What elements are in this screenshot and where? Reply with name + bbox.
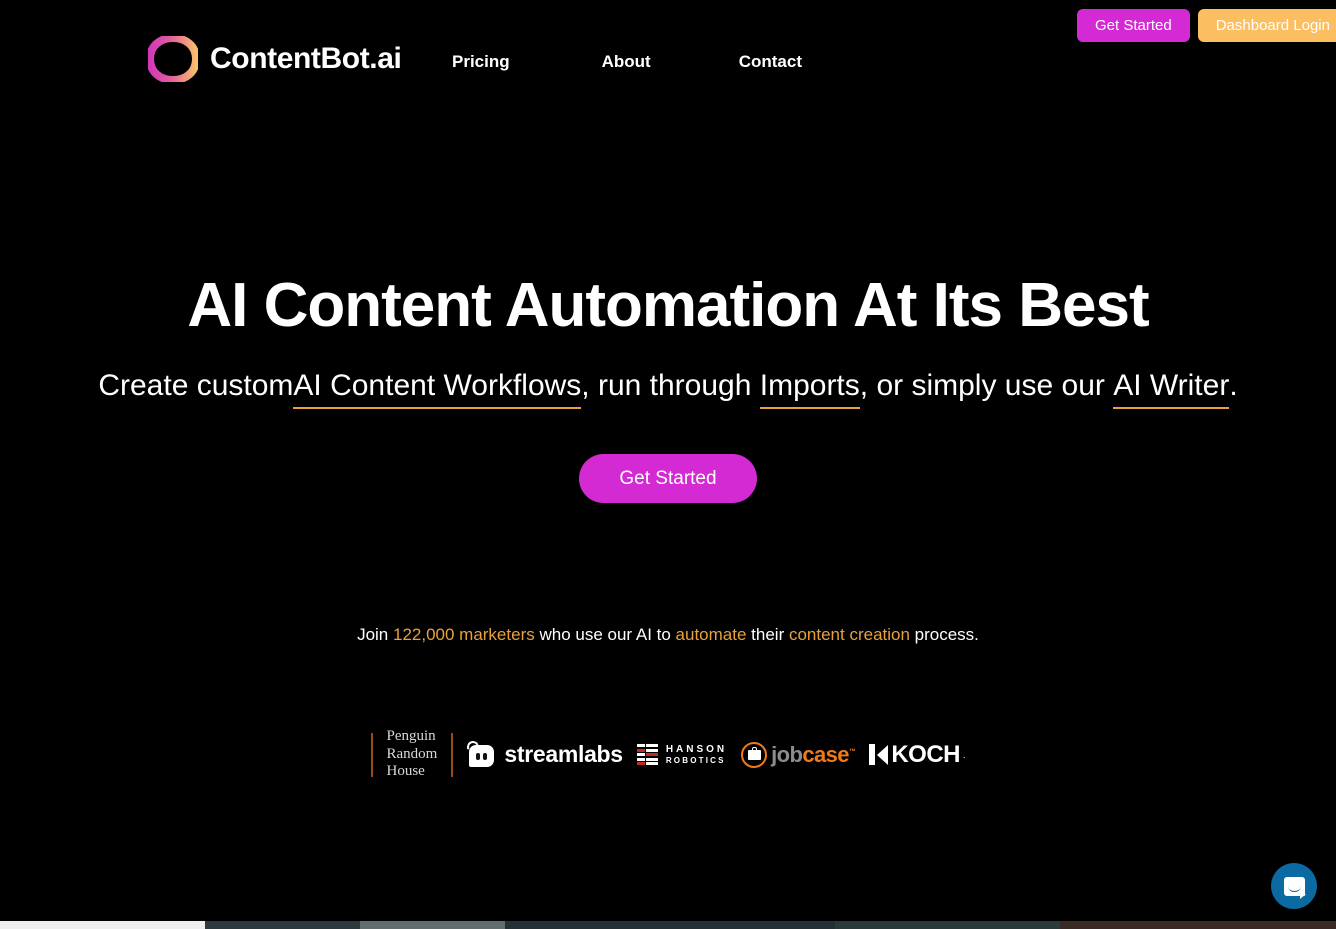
hero-cta-wrapper: Get Started [0, 454, 1336, 503]
social-proof-p4: process. [909, 625, 979, 644]
contentbot-ring-icon [148, 36, 198, 82]
hanson-line1: HANSON [665, 744, 728, 756]
jobcase-text: jobcase™ [771, 741, 856, 768]
os-taskbar-sliver [0, 921, 1336, 929]
koch-bar [869, 744, 876, 766]
chat-bubble-icon [1283, 876, 1306, 899]
jobcase-case-shape [747, 746, 761, 760]
social-proof-marketers: 122,000 marketers [392, 625, 535, 644]
hanson-line2: ROBOTICS [665, 755, 726, 765]
logo-jobcase: jobcase™ [741, 741, 856, 768]
hanson-robotics-text: HANSON ROBOTICS [666, 744, 727, 765]
dashboard-login-button[interactable]: Dashboard Login [1197, 9, 1336, 42]
social-proof-content-creation: content creation [788, 625, 910, 644]
prh-line1: Penguin [386, 728, 436, 744]
hero-link-workflows[interactable]: AI Content Workflows [293, 371, 582, 409]
logo-hanson-robotics: HANSON ROBOTICS [636, 744, 727, 766]
streamlabs-eye-left [476, 752, 481, 760]
hero-link-imports[interactable]: Imports [759, 371, 860, 409]
page-title: AI Content Automation At Its Best [187, 271, 1149, 340]
client-logo-strip: Penguin Random House streamlabs HANSON R… [0, 728, 1336, 781]
social-proof-automate: automate [675, 625, 747, 644]
prh-line2: Random [386, 745, 438, 762]
taskbar-window[interactable] [835, 921, 1060, 929]
prh-line3: House [386, 763, 425, 780]
chat-bubble-tail [1299, 893, 1306, 899]
social-proof-text: Join 122,000 marketers who use our AI to… [0, 623, 1336, 647]
hanson-robotics-icon [636, 744, 659, 766]
logo-streamlabs: streamlabs [465, 738, 623, 769]
koch-icon [869, 744, 889, 766]
jobcase-briefcase-icon [741, 741, 768, 768]
taskbar-window[interactable] [0, 921, 205, 929]
streamlabs-text: streamlabs [504, 741, 623, 768]
taskbar-window[interactable] [1060, 921, 1336, 929]
hero-subtitle: Create customAI Content Workflows, run t… [0, 366, 1336, 409]
hero-sub-part4: . [1229, 369, 1238, 402]
divider-bar [451, 732, 454, 777]
brand-logo[interactable]: ContentBot.ai [148, 36, 402, 82]
koch-text: KOCH [891, 740, 960, 768]
jobcase-trademark: ™ [848, 748, 856, 756]
streamlabs-icon [465, 738, 495, 769]
social-proof-p2: who use our AI to [534, 625, 676, 644]
hero-link-ai-writer[interactable]: AI Writer [1113, 371, 1230, 409]
header-get-started-button[interactable]: Get Started [1077, 9, 1190, 42]
taskbar-window[interactable] [205, 921, 360, 929]
jobcase-part-job: job [771, 741, 803, 767]
site-header: ContentBot.ai Pricing About Contact Get … [0, 0, 1336, 104]
taskbar-window[interactable] [360, 921, 505, 929]
hero-sub-part2: , run through [581, 369, 760, 402]
taskbar-window[interactable] [505, 921, 835, 929]
jobcase-case-handle [751, 746, 757, 750]
hero-sub-part3: , or simply use our [859, 369, 1114, 402]
hero-sub-part1: Create custom [98, 369, 294, 402]
nav-item-about[interactable]: About [602, 48, 651, 76]
logo-penguin-random-house: Penguin Random House [370, 728, 454, 781]
intercom-chat-launcher[interactable] [1271, 863, 1317, 909]
header-actions: Get Started Dashboard Login [1077, 9, 1336, 42]
streamlabs-face [469, 744, 495, 767]
brand-name: ContentBot.ai [210, 42, 402, 75]
koch-chevron [877, 744, 889, 765]
main-nav: Pricing About Contact [452, 48, 802, 76]
social-proof-p1: Join [357, 625, 393, 644]
logo-koch: KOCH . [869, 740, 966, 769]
nav-item-contact[interactable]: Contact [739, 48, 802, 76]
koch-mark-dot: . [962, 749, 966, 760]
hero-get-started-button[interactable]: Get Started [579, 454, 757, 503]
jobcase-part-case: case [802, 741, 849, 767]
social-proof-p3: their [746, 625, 789, 644]
streamlabs-eye-right [483, 752, 488, 760]
nav-item-pricing[interactable]: Pricing [452, 48, 510, 76]
page-root: ContentBot.ai Pricing About Contact Get … [0, 0, 1336, 929]
chat-smile [1287, 886, 1301, 892]
penguin-random-house-text: Penguin Random House [373, 728, 452, 781]
